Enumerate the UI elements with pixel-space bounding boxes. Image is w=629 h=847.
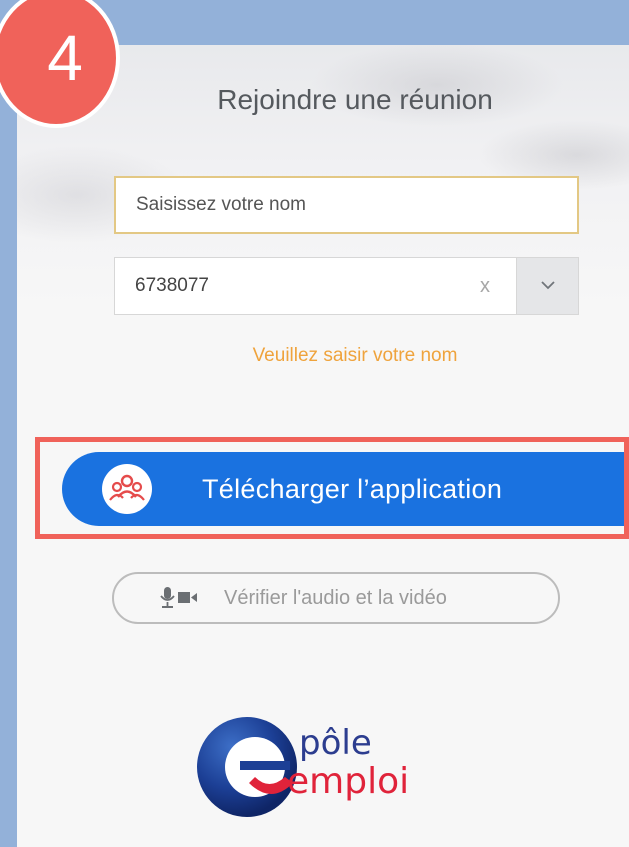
check-audio-video-button[interactable]: Vérifier l'audio et la vidéo (112, 572, 560, 624)
highlight-frame (35, 437, 629, 539)
name-input[interactable] (114, 176, 579, 234)
mic-camera-icon (160, 587, 197, 608)
logo-text-pole: pôle (299, 723, 372, 763)
chevron-down-icon (540, 281, 555, 290)
meeting-history-dropdown[interactable] (516, 258, 578, 314)
logo-text-emploi: emploi (287, 761, 410, 802)
clear-icon[interactable]: x (465, 258, 505, 314)
error-message: Veuillez saisir votre nom (252, 345, 458, 366)
page-title: Rejoindre une réunion (217, 84, 493, 115)
check-audio-video-label: Vérifier l'audio et la vidéo (224, 587, 447, 609)
meeting-id-value[interactable]: 6738077 (135, 258, 209, 314)
meeting-id-field[interactable]: 6738077 x (114, 257, 579, 315)
pole-emploi-logo: pôle emploi (195, 705, 495, 825)
